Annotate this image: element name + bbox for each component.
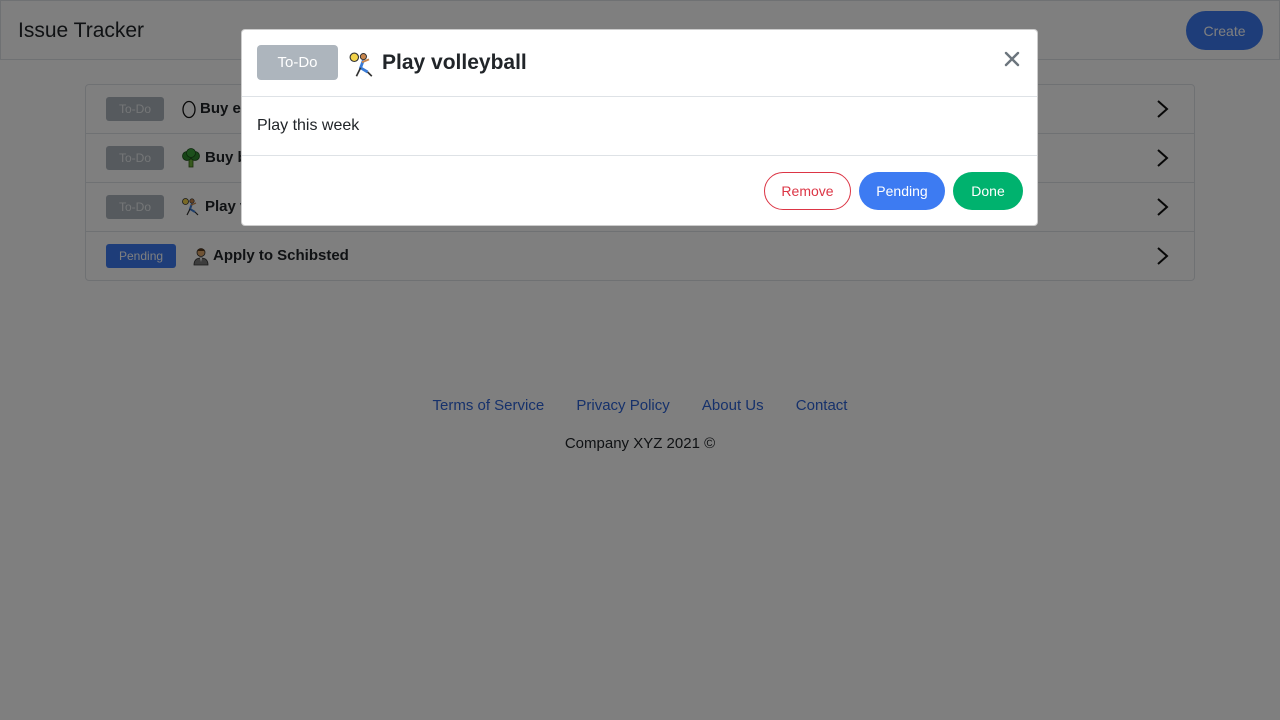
issue-modal: To-Do Play volleyball × Play this week R… [241, 29, 1038, 226]
modal-title: Play volleyball [382, 51, 527, 74]
modal-footer: Remove Pending Done [242, 155, 1037, 226]
remove-button[interactable]: Remove [764, 172, 851, 210]
modal-status-badge: To-Do [257, 45, 338, 80]
volleyball-player-icon [349, 52, 373, 77]
done-button[interactable]: Done [953, 172, 1023, 210]
pending-button[interactable]: Pending [859, 172, 945, 210]
close-icon[interactable]: × [1003, 50, 1021, 68]
app-root: Issue Tracker Create To-Do Buy eggs To-D… [0, 0, 1280, 720]
modal-header: To-Do Play volleyball × [242, 30, 1037, 97]
modal-description: Play this week [257, 117, 360, 134]
